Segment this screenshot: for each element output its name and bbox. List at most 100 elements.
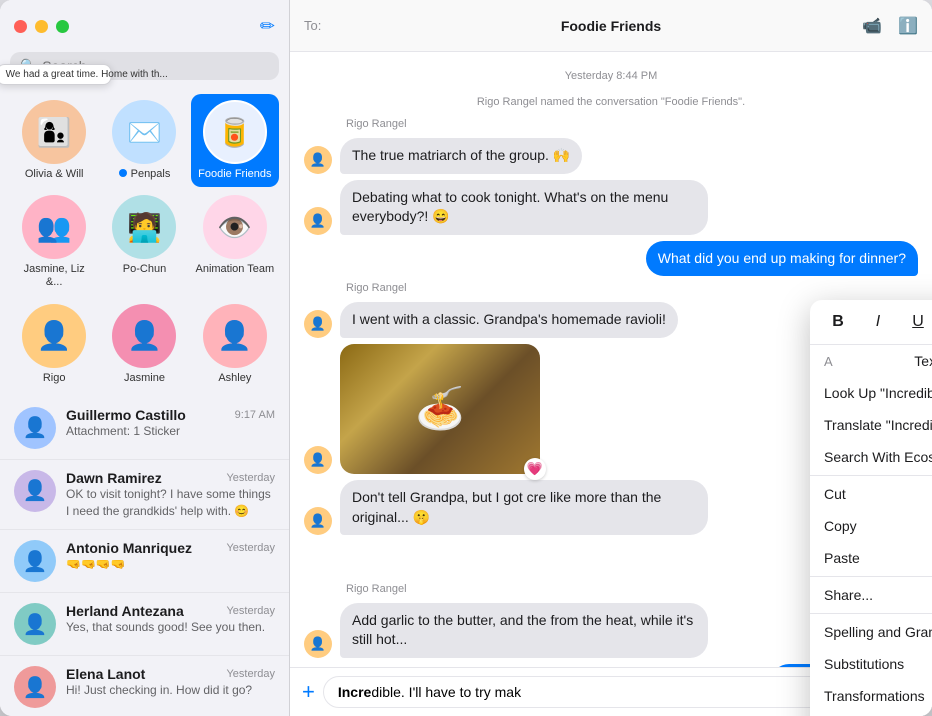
- conv-name-antonio: Antonio Manriquez: [66, 540, 192, 556]
- conv-time-antonio: Yesterday: [226, 542, 275, 554]
- compose-button[interactable]: ✏: [260, 16, 275, 37]
- system-message: Rigo Rangel named the conversation "Food…: [304, 96, 918, 108]
- transformations-label: Transformations: [824, 688, 925, 704]
- substitutions-item[interactable]: Substitutions ›: [810, 648, 932, 680]
- msg-avatar-rigo4: 👤: [304, 446, 332, 474]
- conv-item-guillermo[interactable]: 👤 Guillermo Castillo 9:17 AM Attachment:…: [0, 397, 289, 460]
- text-effects-item[interactable]: A Text Effects › Big Small Shake Nod Exp…: [810, 345, 932, 377]
- search-ecosia-label: Search With Ecosia: [824, 449, 932, 465]
- spelling-grammar-item[interactable]: Spelling and Grammar ›: [810, 616, 932, 648]
- conv-item-dawn[interactable]: 👤 Dawn Ramirez Yesterday OK to visit ton…: [0, 460, 289, 531]
- conv-info-elena: Elena Lanot Yesterday Hi! Just checking …: [66, 666, 275, 699]
- separator-3: [810, 613, 932, 614]
- conv-name-guillermo: Guillermo Castillo: [66, 407, 186, 423]
- copy-label: Copy: [824, 518, 857, 534]
- share-item[interactable]: Share...: [810, 579, 932, 611]
- text-effects-label: Text Effects: [914, 353, 932, 369]
- avatar-item-foodie-friends[interactable]: 🥫 Foodie Friends: [191, 94, 279, 187]
- avatar-grid: We had a great time. Home with th... 👩‍👦…: [0, 88, 289, 397]
- transformations-item[interactable]: Transformations ›: [810, 680, 932, 712]
- conv-avatar-herland: 👤: [14, 603, 56, 645]
- msg-avatar-rigo: 👤: [304, 146, 332, 174]
- conv-item-antonio[interactable]: 👤 Antonio Manriquez Yesterday 🤜🤜🤜🤜: [0, 530, 289, 593]
- conversation-list: 👤 Guillermo Castillo 9:17 AM Attachment:…: [0, 397, 289, 716]
- sender-name-msg4: Rigo Rangel: [346, 282, 918, 294]
- messages-window: ✏ 🔍 We had a great time. Home with th...…: [0, 0, 932, 716]
- speech-item[interactable]: Speech ›: [810, 712, 932, 716]
- avatar-label-olivia-will: Olivia & Will: [25, 168, 84, 181]
- conv-item-herland[interactable]: 👤 Herland Antezana Yesterday Yes, that s…: [0, 593, 289, 656]
- look-up-item[interactable]: Look Up "Incredible. I'll have to try...…: [810, 377, 932, 409]
- heart-reaction: 💗: [524, 458, 546, 480]
- bold-format-button[interactable]: B: [824, 308, 852, 336]
- msg-avatar-rigo3: 👤: [304, 310, 332, 338]
- avatar-item-po-chun[interactable]: 🧑‍💻 Po-Chun: [100, 189, 188, 295]
- msg-avatar-rigo2: 👤: [304, 207, 332, 235]
- bubble-msg4: I went with a classic. Grandpa's homemad…: [340, 302, 678, 338]
- italic-format-button[interactable]: I: [864, 308, 892, 336]
- avatar-item-ashley[interactable]: 👤 Ashley: [191, 298, 279, 391]
- avatar-ashley: 👤: [203, 304, 267, 368]
- msg-row-1: 👤 The true matriarch of the group. 🙌: [304, 138, 918, 174]
- fullscreen-button[interactable]: [56, 20, 69, 33]
- avatar-po-chun: 🧑‍💻: [112, 195, 176, 259]
- conv-name-herland: Herland Antezana: [66, 603, 184, 619]
- search-ecosia-item[interactable]: Search With Ecosia: [810, 441, 932, 473]
- conv-item-elena[interactable]: 👤 Elena Lanot Yesterday Hi! Just checkin…: [0, 656, 289, 716]
- cut-item[interactable]: Cut: [810, 478, 932, 510]
- msg-avatar-rigo6: 👤: [304, 630, 332, 658]
- avatar-item-jasmine-liz[interactable]: 👥 Jasmine, Liz &...: [10, 189, 98, 295]
- info-icon[interactable]: ℹ️: [898, 16, 918, 36]
- conv-name-elena: Elena Lanot: [66, 666, 145, 682]
- sender-name-msg1: Rigo Rangel: [346, 118, 918, 130]
- conv-preview-elena: Hi! Just checking in. How did it go?: [66, 682, 275, 699]
- input-bold-text: Incre: [338, 684, 371, 700]
- conv-avatar-antonio: 👤: [14, 540, 56, 582]
- bubble-msg1: The true matriarch of the group. 🙌: [340, 138, 582, 174]
- conv-time-herland: Yesterday: [226, 605, 275, 617]
- chat-group-name: Foodie Friends: [561, 18, 661, 34]
- bubble-msg8: Add garlic to the butter, and the from t…: [340, 603, 708, 658]
- msg-row-2: 👤 Debating what to cook tonight. What's …: [304, 180, 918, 235]
- avatar-item-jasmine[interactable]: 👤 Jasmine: [100, 298, 188, 391]
- avatar-label-animation-team: Animation Team: [195, 263, 274, 276]
- avatar-label-rigo: Rigo: [43, 372, 66, 385]
- avatar-item-olivia-will[interactable]: We had a great time. Home with th... 👩‍👦…: [10, 94, 98, 187]
- conv-preview-herland: Yes, that sounds good! See you then.: [66, 619, 275, 636]
- conv-info-antonio: Antonio Manriquez Yesterday 🤜🤜🤜🤜: [66, 540, 275, 573]
- sidebar: ✏ 🔍 We had a great time. Home with th...…: [0, 0, 290, 716]
- conv-info-guillermo: Guillermo Castillo 9:17 AM Attachment: 1…: [66, 407, 275, 440]
- avatar-rigo: 👤: [22, 304, 86, 368]
- translate-item[interactable]: Translate "Incredible. I'll have to try.…: [810, 409, 932, 441]
- video-call-icon[interactable]: 📹: [862, 16, 882, 36]
- msg-row-3: What did you end up making for dinner?: [304, 241, 918, 277]
- spelling-grammar-label: Spelling and Grammar: [824, 624, 932, 640]
- avatar-penpals: ✉️: [112, 100, 176, 164]
- avatar-animation-team: 👁️: [203, 195, 267, 259]
- avatar-item-animation-team[interactable]: 👁️ Animation Team: [191, 189, 279, 295]
- add-attachment-button[interactable]: +: [302, 679, 315, 705]
- underline-format-button[interactable]: U: [904, 308, 932, 336]
- minimize-button[interactable]: [35, 20, 48, 33]
- paste-item[interactable]: Paste: [810, 542, 932, 574]
- conv-time-elena: Yesterday: [226, 668, 275, 680]
- paste-label: Paste: [824, 550, 860, 566]
- separator-2: [810, 576, 932, 577]
- copy-item[interactable]: Copy: [810, 510, 932, 542]
- conv-preview-antonio: 🤜🤜🤜🤜: [66, 556, 275, 573]
- share-label: Share...: [824, 587, 873, 603]
- conv-avatar-dawn: 👤: [14, 470, 56, 512]
- tooltip-olivia-will: We had a great time. Home with th...: [0, 64, 112, 85]
- conv-time-guillermo: 9:17 AM: [235, 409, 275, 421]
- translate-label: Translate "Incredible. I'll have to try.…: [824, 417, 932, 433]
- chat-input-field[interactable]: Incredible. I'll have to try mak: [323, 676, 887, 708]
- avatar-jasmine: 👤: [112, 304, 176, 368]
- unread-dot: [119, 169, 127, 177]
- food-photo: [340, 344, 540, 474]
- avatar-item-rigo[interactable]: 👤 Rigo: [10, 298, 98, 391]
- bubble-msg6: Don't tell Grandpa, but I got cre like m…: [340, 480, 708, 535]
- avatar-item-penpals[interactable]: ✉️ Penpals: [100, 94, 188, 187]
- conv-avatar-guillermo: 👤: [14, 407, 56, 449]
- close-button[interactable]: [14, 20, 27, 33]
- conv-name-dawn: Dawn Ramirez: [66, 470, 162, 486]
